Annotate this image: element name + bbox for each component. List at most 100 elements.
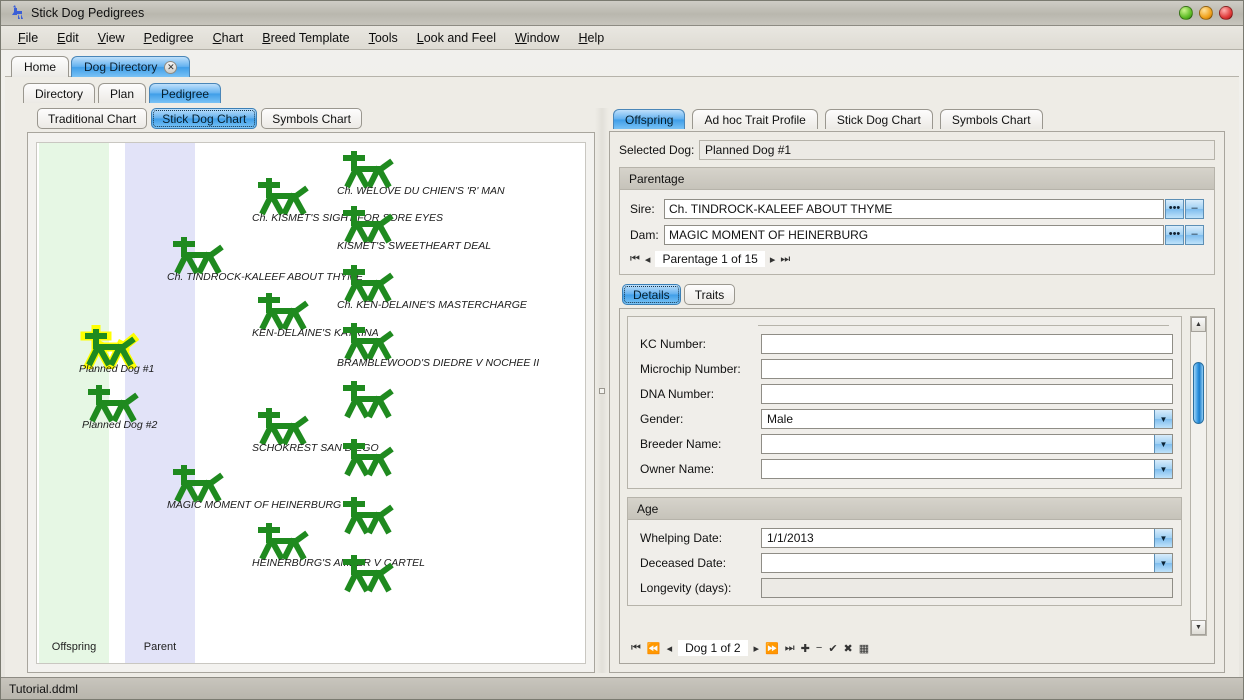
- details-vertical-scrollbar[interactable]: ▲ ▼: [1190, 316, 1207, 636]
- window-tab-home[interactable]: Home: [11, 56, 69, 77]
- chart-tab-symbols-chart[interactable]: Symbols Chart: [261, 108, 362, 129]
- chevron-down-icon[interactable]: ▼: [1154, 460, 1172, 478]
- maximize-button[interactable]: [1199, 6, 1213, 20]
- stick-dog-icon[interactable]: [337, 584, 397, 598]
- dam-browse-button[interactable]: •••: [1165, 225, 1184, 245]
- stick-dog-node[interactable]: [337, 551, 397, 598]
- stick-dog-node[interactable]: Ch. TINDROCK-KALEEF ABOUT THYME: [167, 233, 227, 280]
- record-cancel-button[interactable]: ✖: [844, 642, 853, 655]
- record-add-button[interactable]: ✚: [801, 642, 810, 655]
- chart-tab-traditional-chart[interactable]: Traditional Chart: [37, 108, 147, 129]
- detail-view-tab-stick-dog-chart[interactable]: Stick Dog Chart: [825, 109, 933, 129]
- gender-combo[interactable]: Male▼: [761, 409, 1173, 429]
- detail-tab-details[interactable]: Details: [622, 284, 681, 305]
- record-prev-button[interactable]: ◂: [667, 642, 673, 655]
- stick-dog-node[interactable]: Ch. KEN-DELAINE'S MASTERCHARGE: [337, 261, 397, 308]
- stick-dog-node[interactable]: KISMET'S SWEETHEART DEAL: [337, 202, 397, 249]
- breeder-name-combo[interactable]: ▼: [761, 434, 1173, 454]
- stick-dog-node[interactable]: [337, 493, 397, 540]
- stick-dog-node[interactable]: HEINERBURG'S AMBER V CARTEL: [252, 519, 312, 566]
- stick-dog-icon[interactable]: [337, 526, 397, 540]
- chevron-down-icon[interactable]: ▼: [1154, 554, 1172, 572]
- detail-view-tab-symbols-chart[interactable]: Symbols Chart: [940, 109, 1043, 129]
- window-tab-dog-directory[interactable]: Dog Directory✕: [71, 56, 190, 77]
- record-first-button[interactable]: ⏮: [631, 642, 641, 655]
- pane-splitter[interactable]: [595, 108, 609, 673]
- longevity-days-input: [761, 578, 1173, 598]
- menu-item-tools[interactable]: Tools: [360, 28, 407, 48]
- owner-name-combo[interactable]: ▼: [761, 459, 1173, 479]
- record-grid-button[interactable]: ▦: [859, 642, 869, 655]
- menu-item-edit[interactable]: Edit: [48, 28, 88, 48]
- detail-tab-traits[interactable]: Traits: [684, 284, 736, 305]
- field-row: Breeder Name:▼: [636, 434, 1173, 454]
- close-button[interactable]: [1219, 6, 1233, 20]
- detail-view-tab-offspring[interactable]: Offspring: [613, 109, 685, 129]
- breeder-name-value: [762, 435, 1154, 453]
- stick-dog-node[interactable]: Planned Dog #1: [79, 325, 139, 372]
- microchip-number-input[interactable]: [761, 359, 1173, 379]
- whelping-date-value: 1/1/2013: [762, 529, 1154, 547]
- stick-dog-icon[interactable]: [337, 410, 397, 424]
- stick-dog-node[interactable]: Ch. KISMET'S SIGHT FOR SORE EYES: [252, 174, 312, 221]
- menu-item-help[interactable]: Help: [569, 28, 613, 48]
- close-icon[interactable]: ✕: [164, 61, 177, 74]
- sire-clear-button[interactable]: –: [1185, 199, 1204, 219]
- stick-dog-node[interactable]: KEN-DELAINE'S KATRINA: [252, 289, 312, 336]
- scrollbar-thumb[interactable]: [1193, 362, 1204, 424]
- stick-dog-chart-canvas[interactable]: OffspringParentPlanned Dog #1Planned Dog…: [36, 142, 586, 664]
- stick-dog-node[interactable]: [337, 435, 397, 482]
- menu-item-file[interactable]: File: [9, 28, 47, 48]
- chevron-down-icon[interactable]: ▼: [1154, 529, 1172, 547]
- record-commit-button[interactable]: ✔: [828, 642, 837, 655]
- status-bar: Tutorial.ddml: [1, 677, 1243, 699]
- stick-dog-node[interactable]: BRAMBLEWOOD'S DIEDRE V NOCHEE II: [337, 319, 397, 366]
- field-row: DNA Number:: [636, 384, 1173, 404]
- sub-tab-pedigree[interactable]: Pedigree: [149, 83, 221, 103]
- deceased-date-combo[interactable]: ▼: [761, 553, 1173, 573]
- record-fast-forward-button[interactable]: ⏩: [765, 642, 779, 655]
- kc-number-input[interactable]: [761, 334, 1173, 354]
- content-area: DirectoryPlanPedigree Traditional ChartS…: [5, 76, 1239, 677]
- whelping-date-combo[interactable]: 1/1/2013▼: [761, 528, 1173, 548]
- menu-item-view[interactable]: View: [89, 28, 134, 48]
- sire-browse-button[interactable]: •••: [1165, 199, 1184, 219]
- record-remove-button[interactable]: −: [816, 642, 822, 654]
- sub-tab-plan[interactable]: Plan: [98, 83, 146, 103]
- minimize-button[interactable]: [1179, 6, 1193, 20]
- detail-view-tab-ad-hoc-trait-profile[interactable]: Ad hoc Trait Profile: [692, 109, 817, 129]
- stick-dog-icon[interactable]: [337, 468, 397, 482]
- parentage-first-icon[interactable]: ⏮: [630, 253, 640, 266]
- parentage-next-icon[interactable]: ▸: [770, 253, 776, 266]
- parentage-group-title: Parentage: [620, 168, 1214, 190]
- stick-dog-node[interactable]: [337, 377, 397, 424]
- menu-item-breed-template[interactable]: Breed Template: [253, 28, 358, 48]
- sub-tab-directory[interactable]: Directory: [23, 83, 95, 103]
- dam-field[interactable]: MAGIC MOMENT OF HEINERBURG: [664, 225, 1164, 245]
- stick-dog-node[interactable]: MAGIC MOMENT OF HEINERBURG: [167, 461, 227, 508]
- record-next-button[interactable]: ▸: [754, 642, 760, 655]
- sire-field[interactable]: Ch. TINDROCK-KALEEF ABOUT THYME: [664, 199, 1164, 219]
- dna-number-input[interactable]: [761, 384, 1173, 404]
- chart-tab-stick-dog-chart[interactable]: Stick Dog Chart: [151, 108, 257, 129]
- stick-dog-node[interactable]: SCHOKREST SAN DIEGO: [252, 404, 312, 451]
- menu-item-pedigree[interactable]: Pedigree: [135, 28, 203, 48]
- dam-clear-button[interactable]: –: [1185, 225, 1204, 245]
- menu-item-window[interactable]: Window: [506, 28, 568, 48]
- selected-dog-label: Selected Dog:: [619, 143, 699, 157]
- scroll-down-icon[interactable]: ▼: [1191, 620, 1206, 635]
- splitter-grip-icon[interactable]: [599, 388, 605, 394]
- stick-dog-node[interactable]: Ch. WELOVE DU CHIEN'S 'R' MAN: [337, 147, 397, 194]
- chevron-down-icon[interactable]: ▼: [1154, 410, 1172, 428]
- stick-dog-name-label: BRAMBLEWOOD'S DIEDRE V NOCHEE II: [337, 357, 539, 369]
- scrollbar-track[interactable]: [1191, 332, 1206, 620]
- menu-item-look-and-feel[interactable]: Look and Feel: [408, 28, 505, 48]
- parentage-last-icon[interactable]: ⏭: [780, 253, 790, 266]
- record-last-button[interactable]: ⏭: [785, 642, 795, 655]
- chevron-down-icon[interactable]: ▼: [1154, 435, 1172, 453]
- scroll-up-icon[interactable]: ▲: [1191, 317, 1206, 332]
- stick-dog-node[interactable]: Planned Dog #2: [82, 381, 142, 428]
- parentage-prev-icon[interactable]: ◂: [645, 253, 651, 266]
- menu-item-chart[interactable]: Chart: [204, 28, 253, 48]
- record-fast-back-button[interactable]: ⏪: [647, 642, 661, 655]
